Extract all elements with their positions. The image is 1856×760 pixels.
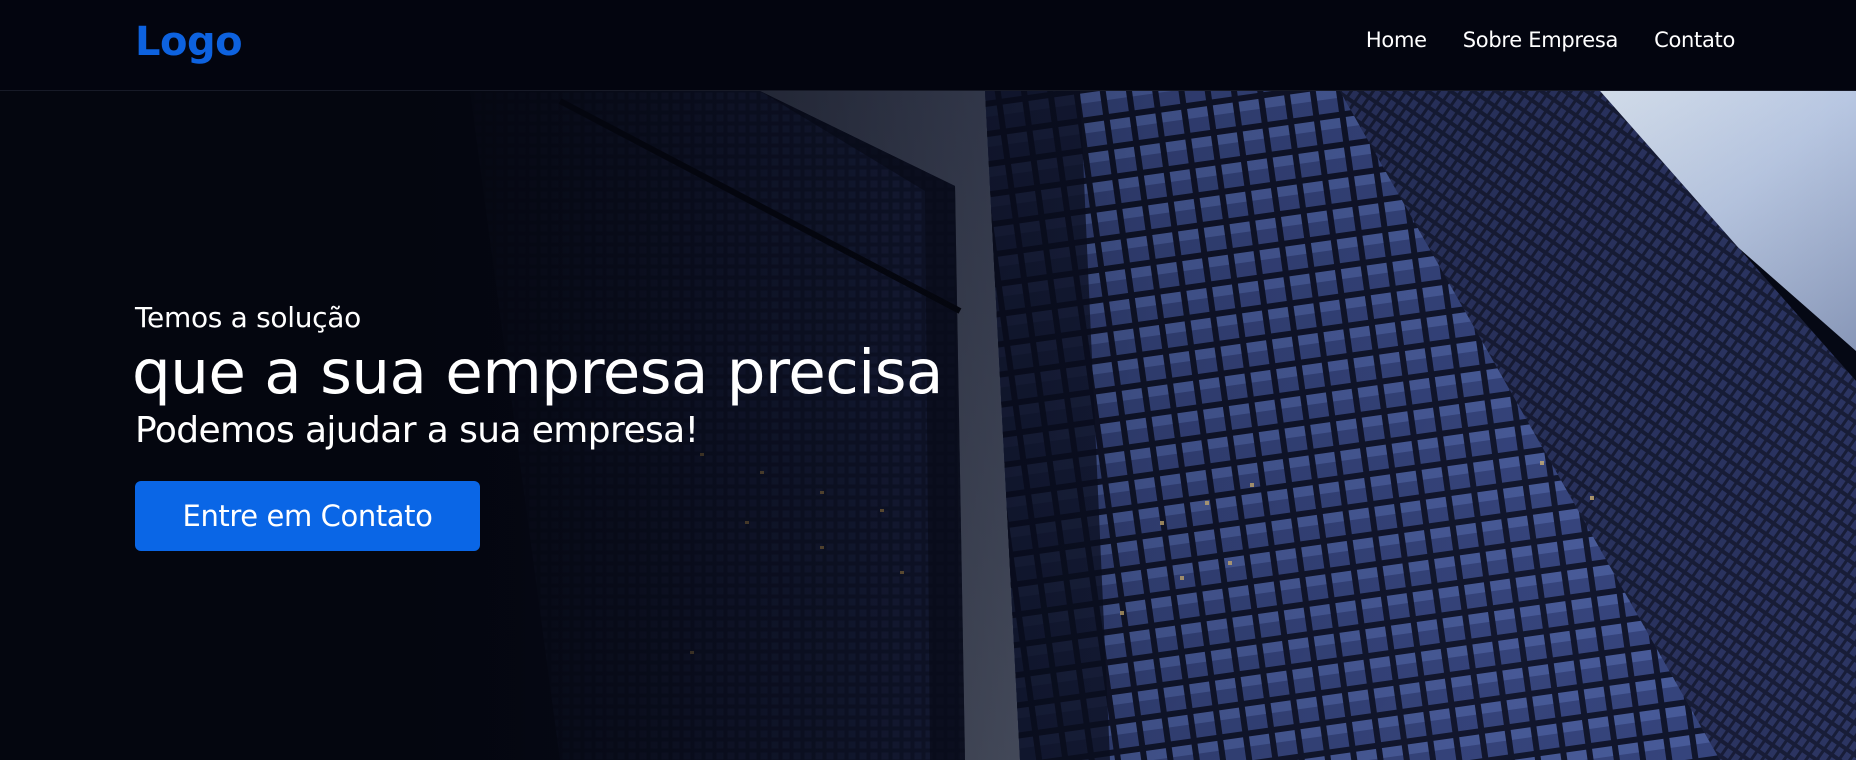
hero-title: que a sua empresa precisa bbox=[132, 337, 943, 408]
hero-subtitle: Temos a solução bbox=[135, 301, 361, 334]
hero-section: Temos a solução que a sua empresa precis… bbox=[0, 91, 1856, 760]
hero-tagline: Podemos ajudar a sua empresa! bbox=[135, 410, 699, 451]
nav-link-home[interactable]: Home bbox=[1366, 27, 1427, 53]
site-header: Logo Home Sobre Empresa Contato bbox=[0, 0, 1856, 91]
logo[interactable]: Logo bbox=[135, 17, 243, 67]
hero-content: Temos a solução que a sua empresa precis… bbox=[132, 301, 943, 551]
contact-button[interactable]: Entre em Contato bbox=[135, 481, 480, 551]
main-nav: Home Sobre Empresa Contato bbox=[1366, 27, 1735, 53]
nav-link-sobre-empresa[interactable]: Sobre Empresa bbox=[1463, 27, 1619, 53]
nav-link-contato[interactable]: Contato bbox=[1654, 27, 1735, 53]
